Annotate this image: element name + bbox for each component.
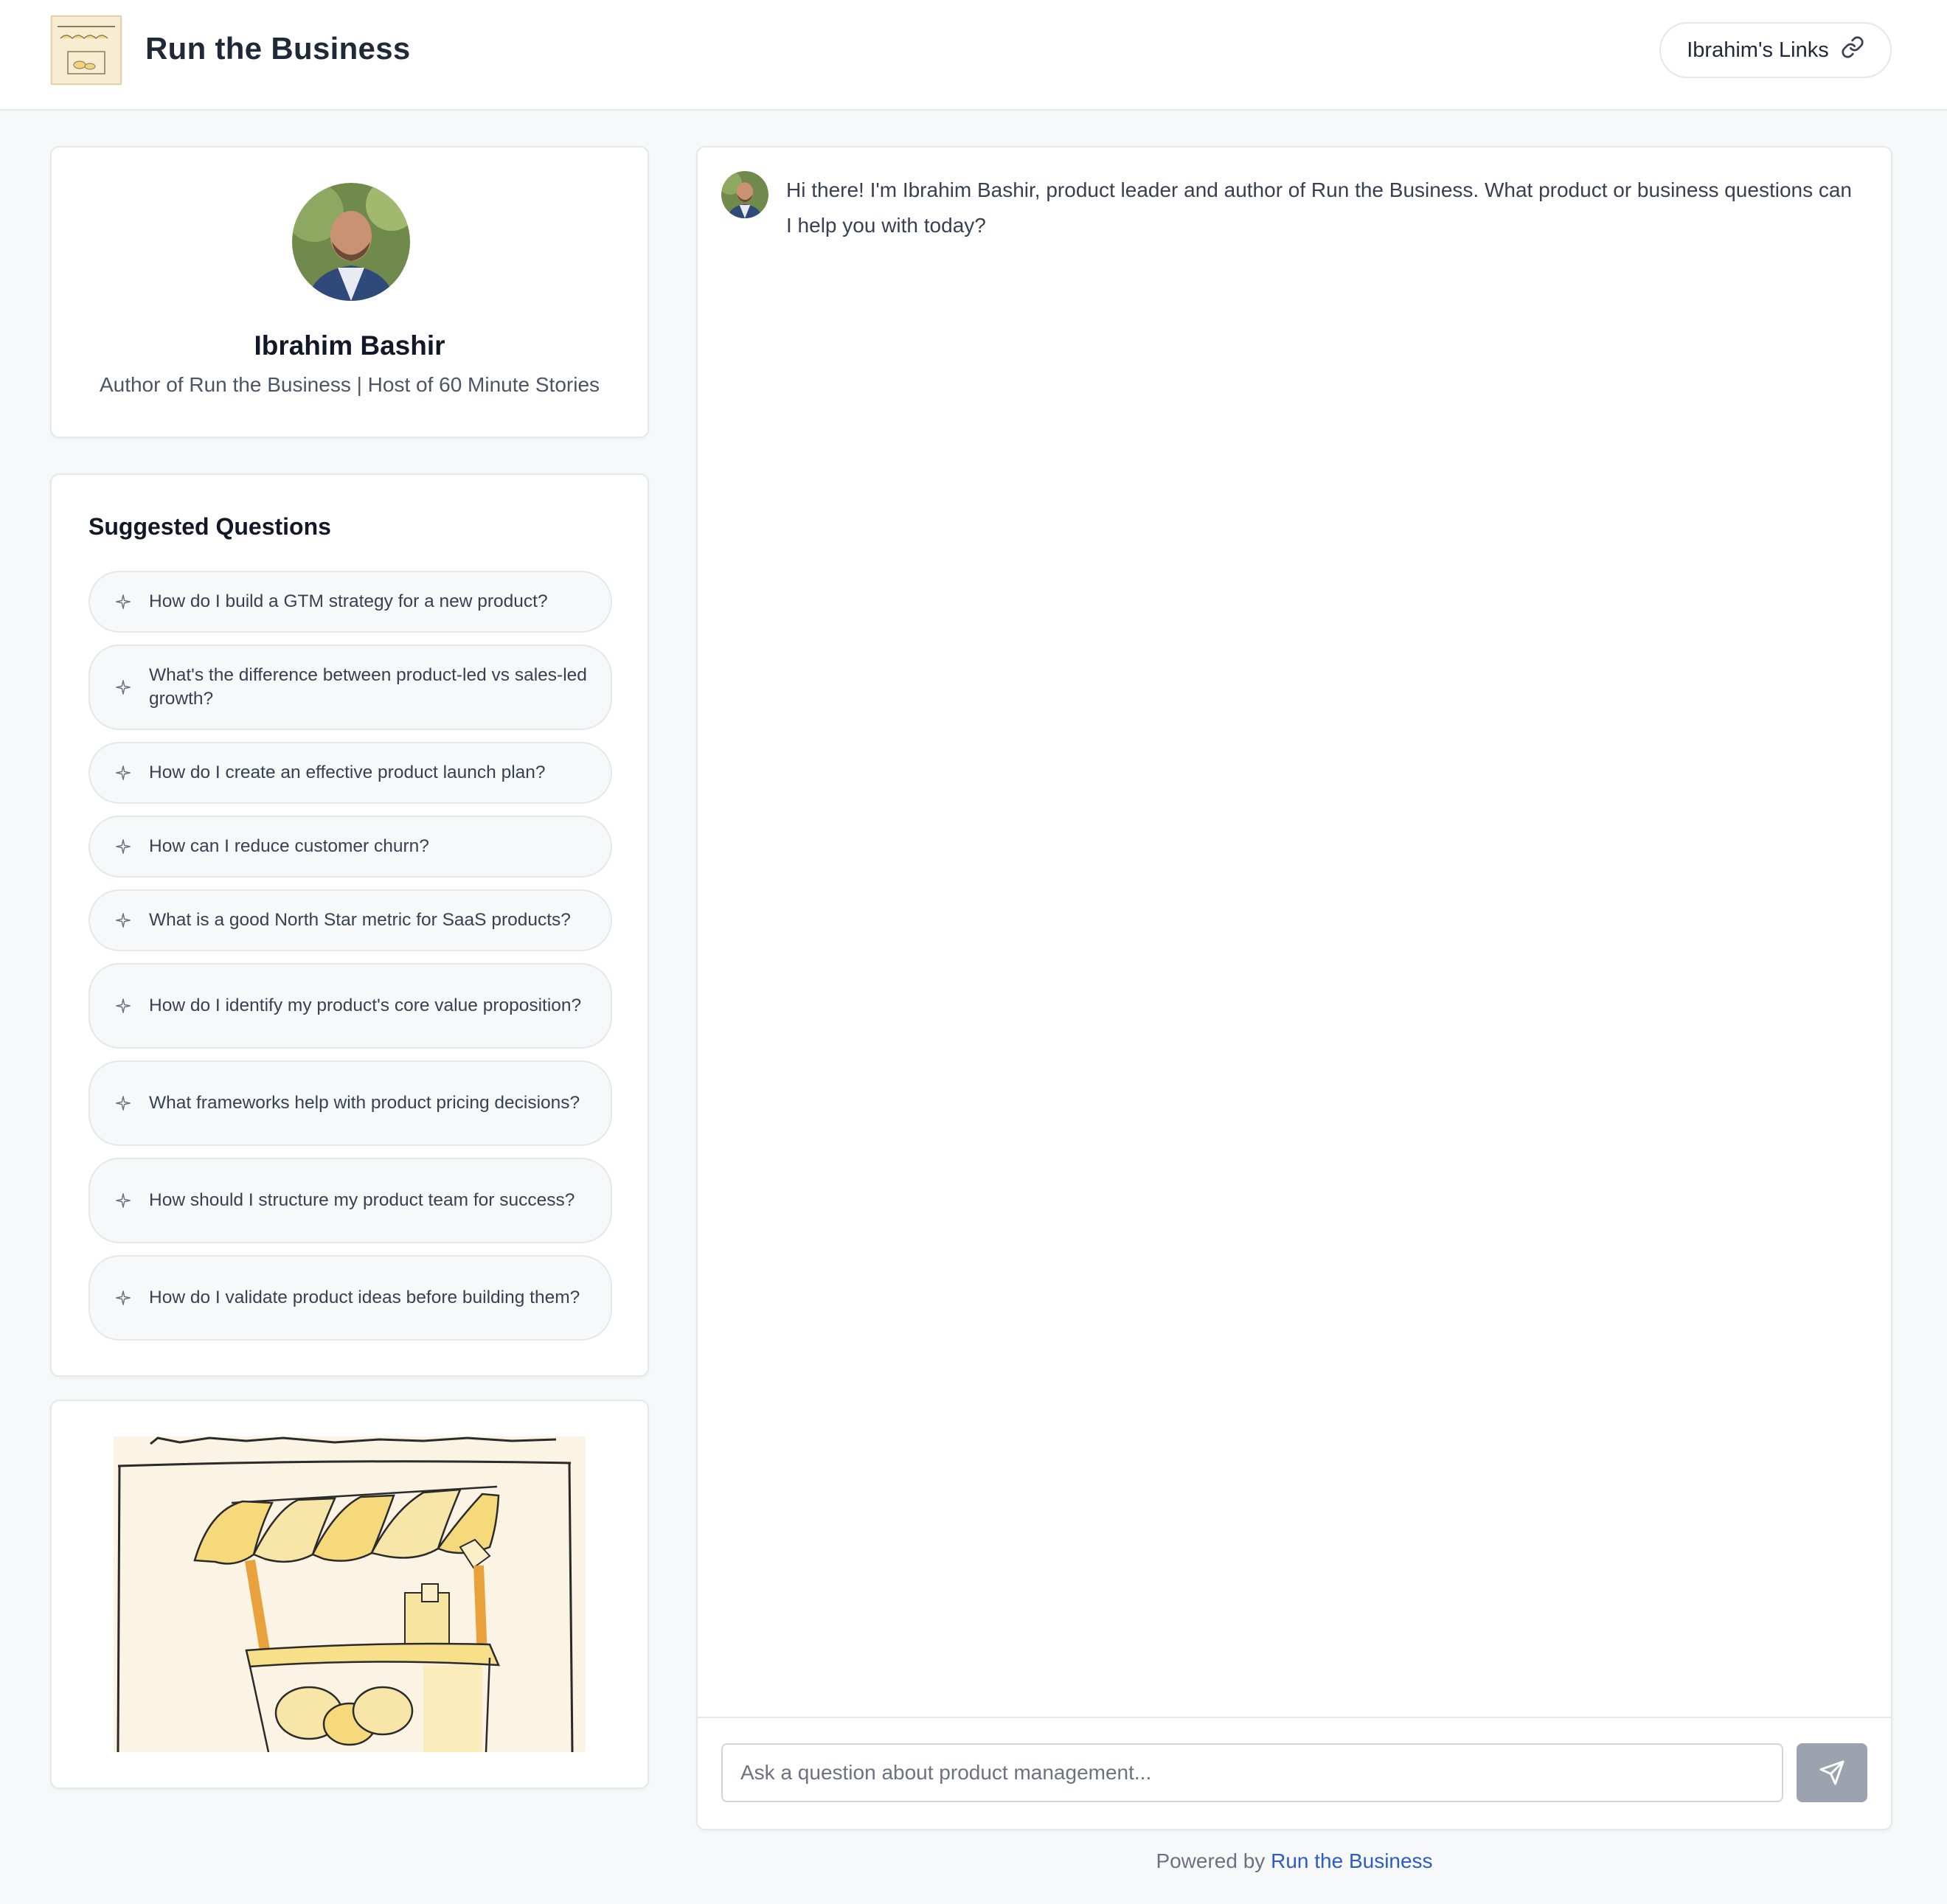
suggested-question-text: How do I create an effective product lau… [149, 762, 546, 782]
suggested-question-text: How do I build a GTM strategy for a new … [149, 591, 548, 611]
chat-panel: Hi there! I'm Ibrahim Bashir, product le… [696, 146, 1892, 1830]
footer-link[interactable]: Run the Business [1271, 1849, 1432, 1872]
profile-avatar [292, 183, 410, 301]
chat-input[interactable] [721, 1743, 1783, 1802]
illustration-card [50, 1400, 649, 1789]
suggested-question-text: How should I structure my product team f… [149, 1190, 575, 1210]
suggested-question-text: How can I reduce customer churn? [149, 836, 429, 856]
suggested-question[interactable]: What is a good North Star metric for Saa… [88, 889, 612, 951]
sparkle-icon [116, 594, 131, 609]
suggested-question[interactable]: How do I build a GTM strategy for a new … [88, 571, 612, 633]
send-button[interactable] [1797, 1743, 1867, 1802]
sparkle-icon [116, 1096, 131, 1111]
suggested-question[interactable]: How should I structure my product team f… [88, 1158, 612, 1243]
sparkle-icon [116, 998, 131, 1013]
suggested-question[interactable]: How can I reduce customer churn? [88, 816, 612, 878]
suggested-question-text: How do I identify my product's core valu… [149, 996, 582, 1015]
suggested-question-text: What is a good North Star metric for Saa… [149, 910, 571, 930]
suggested-question[interactable]: How do I create an effective product lau… [88, 742, 612, 804]
profile-tagline: Author of Run the Business | Host of 60 … [99, 373, 600, 396]
links-button[interactable]: Ibrahim's Links [1659, 22, 1892, 78]
suggested-questions-title: Suggested Questions [88, 513, 331, 540]
footer: Powered by Run the Business [696, 1849, 1892, 1873]
assistant-message: Hi there! I'm Ibrahim Bashir, product le… [786, 178, 1853, 237]
profile-name: Ibrahim Bashir [254, 330, 445, 361]
suggested-question[interactable]: How do I identify my product's core valu… [88, 963, 612, 1049]
suggested-question[interactable]: What's the difference between product-le… [88, 644, 612, 730]
suggested-question-text: What's the difference between product-le… [149, 665, 587, 709]
link-icon [1841, 35, 1864, 65]
lemonade-stand-logo[interactable] [50, 15, 122, 86]
suggested-question-text: What frameworks help with product pricin… [149, 1093, 580, 1113]
sparkle-icon [116, 680, 131, 695]
footer-prefix: Powered by [1156, 1849, 1266, 1872]
sparkle-icon [116, 839, 131, 854]
sparkle-icon [116, 1290, 131, 1305]
app-header: Run the Business Ibrahim's Links [0, 0, 1947, 111]
app-title: Run the Business [145, 31, 411, 66]
sparkle-icon [116, 765, 131, 780]
suggested-question[interactable]: How do I validate product ideas before b… [88, 1255, 612, 1341]
suggested-questions-list: How do I build a GTM strategy for a new … [88, 571, 612, 1352]
send-icon [1819, 1760, 1844, 1785]
sparkle-icon [116, 913, 131, 928]
profile-card: Ibrahim Bashir Author of Run the Busines… [50, 146, 649, 438]
chat-divider [698, 1717, 1891, 1718]
sparkle-icon [116, 1193, 131, 1208]
suggested-questions-card: Suggested Questions How do I build a GTM… [50, 473, 649, 1377]
suggested-question-text: How do I validate product ideas before b… [149, 1288, 580, 1307]
assistant-avatar [721, 171, 768, 218]
suggested-question[interactable]: What frameworks help with product pricin… [88, 1060, 612, 1146]
lemonade-stand-drawing [114, 1436, 586, 1752]
links-button-label: Ibrahim's Links [1687, 38, 1829, 62]
